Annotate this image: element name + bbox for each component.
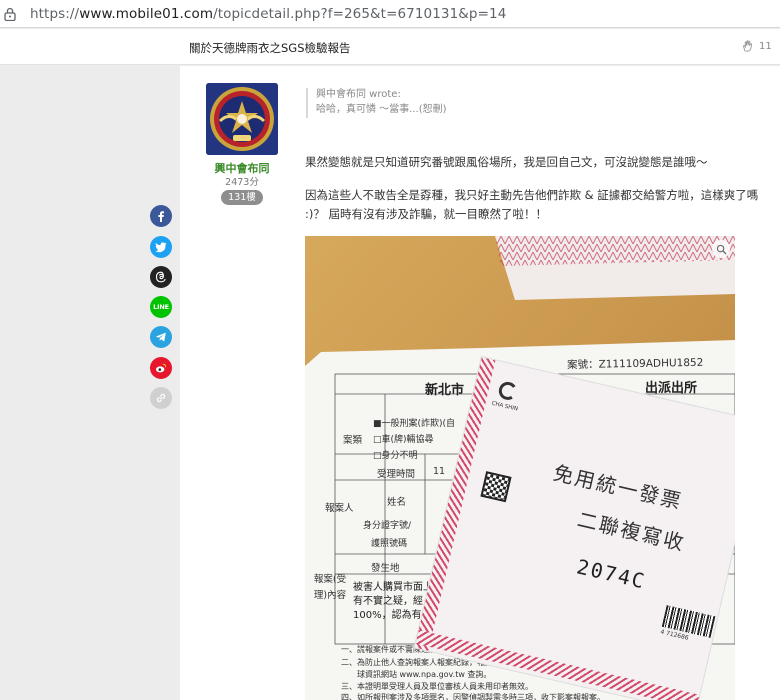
police-emblem-image — [206, 83, 278, 155]
facebook-icon[interactable] — [150, 205, 172, 227]
invoice-code: 2074C — [574, 554, 649, 594]
form-label-time: 受理時間 — [377, 469, 416, 480]
like-count: 11 — [759, 40, 772, 52]
lock-icon[interactable] — [4, 7, 16, 21]
post-photo[interactable]: 案號：Z111109ADHU1852 新北市 出派出所 案類 ■一般刑案(詐欺)… — [305, 236, 735, 700]
invoice-logo-icon — [497, 380, 519, 402]
line-icon[interactable]: LINE — [150, 296, 172, 318]
form-label-name: 姓名 — [387, 497, 407, 508]
form-label-content: 報案(受理)內容 — [313, 574, 347, 601]
weibo-glyph — [156, 363, 167, 373]
post-paragraph: 因為這些人不敢告全是孬種，我只好主動先告他們詐欺 & 証據都交給警方啦，這樣爽了… — [305, 188, 759, 221]
post-paragraph: 果然變態就是只知道研究番號跟風俗場所，我是回自己文，可沒說變態是誰哦～ — [305, 155, 708, 169]
address-bar[interactable]: https://www.mobile01.com/topicdetail.php… — [0, 0, 780, 28]
weibo-icon[interactable] — [150, 357, 172, 379]
url-host: www.mobile01.com — [79, 6, 214, 22]
case-number: 案號：Z111109ADHU1852 — [566, 356, 704, 372]
author-avatar[interactable] — [206, 83, 278, 155]
telegram-icon[interactable] — [150, 326, 172, 348]
station-right: 出派出所 — [645, 381, 698, 396]
like-counter[interactable]: 11 — [742, 40, 772, 52]
form-type-option: □車(牌)輛協尋 — [373, 435, 434, 445]
topic-header: 關於天德牌雨衣之SGS檢驗報告 11 — [0, 29, 780, 65]
qr-code-icon — [480, 471, 512, 503]
link-icon[interactable] — [150, 387, 172, 409]
author-score: 2473分 — [225, 177, 259, 188]
url-text[interactable]: https://www.mobile01.com/topicdetail.php… — [30, 6, 506, 22]
url-path: /topicdetail.php?f=265&t=6710131&p=14 — [213, 6, 507, 22]
form-time-value: 11 — [433, 466, 446, 477]
form-label-type: 案類 — [343, 435, 363, 446]
clap-icon — [743, 40, 753, 52]
quote-text: 哈哈，真可憐 ～當事...(恕刪) — [316, 104, 447, 115]
facebook-glyph — [158, 211, 164, 222]
quote-block: 興中會布同 wrote: 哈哈，真可憐 ～當事...(恕刪) — [306, 88, 606, 118]
topic-title[interactable]: 關於天德牌雨衣之SGS檢驗報告 — [189, 40, 351, 56]
threads-icon[interactable] — [150, 266, 172, 288]
floor-badge[interactable]: 131樓 — [221, 190, 263, 205]
link-glyph — [156, 393, 166, 403]
twitter-glyph — [155, 242, 167, 253]
url-scheme: https:// — [30, 6, 80, 22]
zoom-icon[interactable] — [712, 240, 730, 258]
form-label-id: 身分證字號/ — [363, 521, 412, 531]
form-label-place: 發生地 — [371, 563, 400, 574]
telegram-glyph — [155, 332, 166, 342]
line-label: LINE — [153, 303, 169, 311]
form-note: 球資訊網站 www.npa.gov.tw 查詢。 — [357, 670, 492, 679]
form-label-reporter: 報案人 — [325, 503, 354, 514]
form-note: 四、如所報刑案涉及多項罪名，因警偵調製需多時三項，收下影案報報案。 — [341, 693, 605, 700]
invoice-brand: CHA SHIN — [490, 400, 519, 413]
quote-author: 興中會布同 wrote: — [316, 89, 401, 100]
twitter-icon[interactable] — [150, 236, 172, 258]
threads-glyph — [155, 271, 166, 283]
form-label-passport: 護照號碼 — [371, 539, 408, 549]
form-type-option: □身分不明 — [373, 451, 418, 461]
form-note: 三、本證明單受理人員及單位審核人員未用印者無效。 — [341, 682, 533, 691]
invoice-title: 免用統一發票 — [550, 460, 686, 514]
station-left: 新北市 — [425, 383, 465, 398]
form-type-option: ■一般刑案(詐欺)(自 — [373, 419, 456, 429]
zoom-glyph — [716, 244, 727, 255]
